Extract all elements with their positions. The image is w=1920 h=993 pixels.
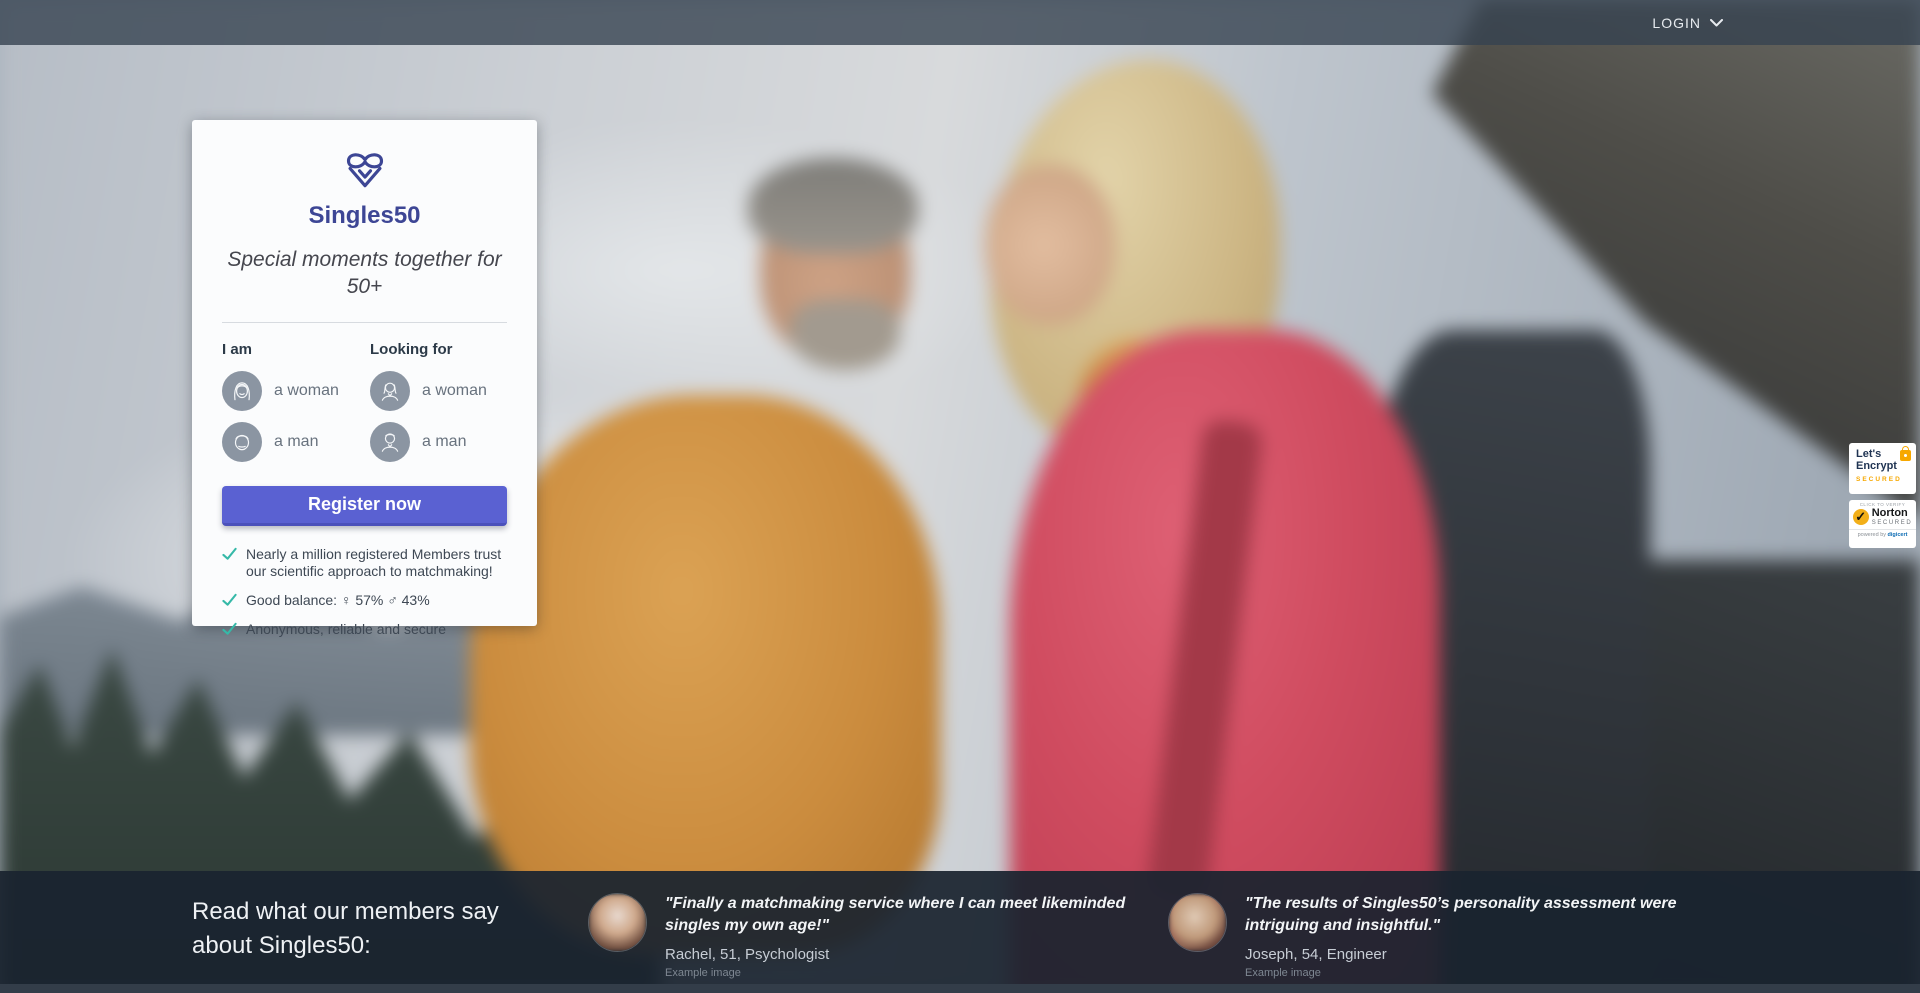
padlock-icon xyxy=(1900,450,1911,461)
looking-for-woman-option[interactable]: a woman xyxy=(370,371,507,411)
lets-encrypt-word1: Let's xyxy=(1856,448,1897,460)
avatar-photo xyxy=(1169,894,1226,951)
benefit-text: Anonymous, reliable and secure xyxy=(246,621,446,638)
man-bust-icon xyxy=(370,422,410,462)
testimonial-author: Joseph, 54, Engineer xyxy=(1245,946,1717,963)
avatar-photo xyxy=(589,894,646,951)
brand-title: Singles50 xyxy=(222,202,507,230)
login-label: LOGIN xyxy=(1652,15,1701,31)
looking-for-man-label: a man xyxy=(422,433,466,451)
lets-encrypt-word2: Encrypt xyxy=(1856,460,1897,472)
check-icon xyxy=(222,622,237,636)
norton-check-icon: ✓ xyxy=(1853,509,1869,525)
check-icon xyxy=(222,593,237,607)
man-face-icon xyxy=(222,422,262,462)
testimonials-section: Read what our members say about Singles5… xyxy=(0,871,1920,993)
login-button[interactable]: LOGIN xyxy=(1652,15,1723,31)
benefit-item: Good balance: ♀ 57% ♂ 43% xyxy=(222,592,507,609)
i-am-label: I am xyxy=(222,341,370,358)
woman-face-icon xyxy=(222,371,262,411)
benefit-text: Good balance: ♀ 57% ♂ 43% xyxy=(246,592,430,609)
norton-secured-seal[interactable]: CLICK TO VERIFY ✓ Norton SECURED powered… xyxy=(1849,500,1916,548)
lets-encrypt-wordmark: Let's Encrypt xyxy=(1856,448,1897,472)
woman-face xyxy=(985,165,1115,325)
testimonials-heading: Read what our members say about Singles5… xyxy=(192,895,522,963)
looking-for-man-option[interactable]: a man xyxy=(370,422,507,462)
avatar-rachel xyxy=(588,893,647,952)
i-am-column: I am a woman xyxy=(222,341,370,473)
benefit-item: Anonymous, reliable and secure xyxy=(222,621,507,638)
norton-brand-label: Norton xyxy=(1872,508,1913,519)
testimonial-author: Rachel, 51, Psychologist xyxy=(665,946,1137,963)
next-section-edge xyxy=(0,984,1920,993)
logo-wrap xyxy=(222,148,507,197)
benefits-list: Nearly a million registered Members trus… xyxy=(222,546,507,638)
avatar-joseph xyxy=(1168,893,1227,952)
testimonial-rachel: "Finally a matchmaking service where I c… xyxy=(588,893,1137,979)
divider xyxy=(222,322,507,323)
looking-for-column: Looking for a woman xyxy=(370,341,507,473)
tagline: Special moments together for 50+ xyxy=(222,246,507,300)
example-image-note: Example image xyxy=(1245,967,1717,979)
i-am-woman-label: a woman xyxy=(274,382,339,400)
page: LOGIN Singles50 Special moments together… xyxy=(0,0,1920,993)
singles50-heart-infinity-logo xyxy=(339,148,391,192)
testimonial-quote: "The results of Singles50’s personality … xyxy=(1245,893,1717,937)
i-am-man-option[interactable]: a man xyxy=(222,422,370,462)
woman-bust-icon xyxy=(370,371,410,411)
registration-card: Singles50 Special moments together for 5… xyxy=(192,120,537,626)
digicert-text: digicert xyxy=(1888,532,1908,538)
chevron-down-icon xyxy=(1710,19,1723,27)
lets-encrypt-seal[interactable]: Let's Encrypt SECURED xyxy=(1849,443,1916,494)
testimonial-joseph: "The results of Singles50’s personality … xyxy=(1168,893,1717,979)
man-hair xyxy=(748,158,918,253)
powered-by-text: powered by xyxy=(1858,532,1888,538)
benefit-text: Nearly a million registered Members trus… xyxy=(246,546,507,580)
gender-selection-form: I am a woman xyxy=(222,341,507,473)
example-image-note: Example image xyxy=(665,967,1137,979)
benefit-item: Nearly a million registered Members trus… xyxy=(222,546,507,580)
powered-by-digicert-label: powered by digicert xyxy=(1849,529,1916,538)
register-now-button[interactable]: Register now xyxy=(222,486,507,526)
top-navigation-bar: LOGIN xyxy=(0,0,1920,45)
check-icon xyxy=(222,547,237,561)
looking-for-label: Looking for xyxy=(370,341,507,358)
i-am-woman-option[interactable]: a woman xyxy=(222,371,370,411)
norton-secured-label: SECURED xyxy=(1872,520,1913,526)
i-am-man-label: a man xyxy=(274,433,318,451)
looking-for-woman-label: a woman xyxy=(422,382,487,400)
man-beard xyxy=(790,300,900,370)
testimonial-quote: "Finally a matchmaking service where I c… xyxy=(665,893,1137,937)
lets-encrypt-secured-label: SECURED xyxy=(1856,476,1916,483)
